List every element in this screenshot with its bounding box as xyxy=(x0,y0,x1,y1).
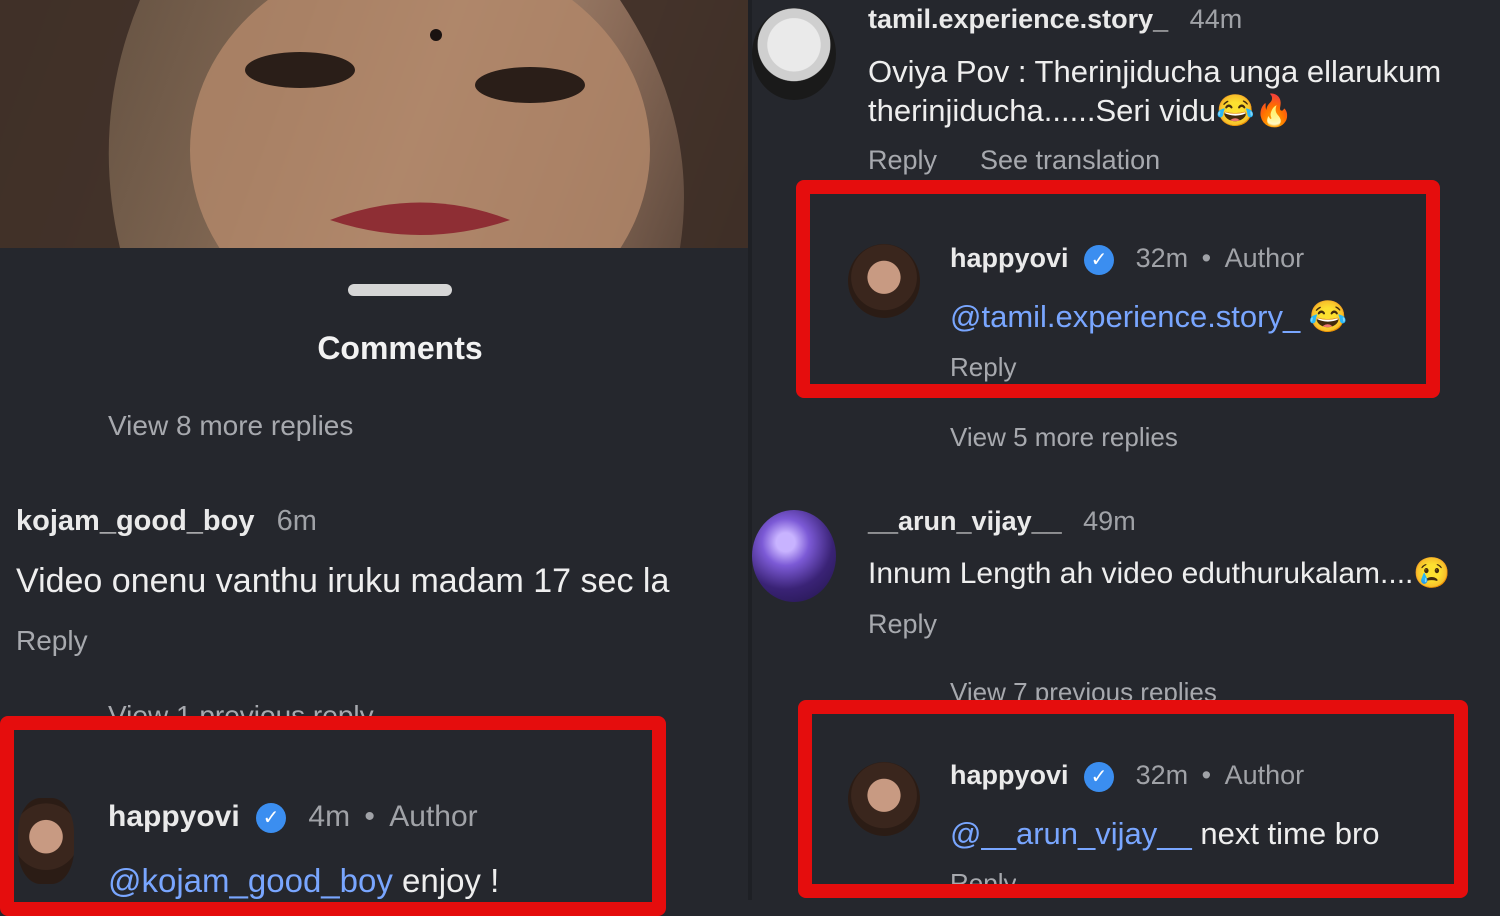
avatar[interactable] xyxy=(752,8,836,100)
comment-header: __arun_vijay__ 49m xyxy=(868,506,1136,537)
face-image xyxy=(0,0,750,248)
highlight-box xyxy=(0,716,666,916)
view-more-replies-link[interactable]: View 5 more replies xyxy=(950,422,1178,453)
comment-time: 49m xyxy=(1083,506,1136,536)
comment-text: Innum Length ah video eduthurukalam....😢 xyxy=(868,557,1451,590)
comment-time: 6m xyxy=(276,505,317,537)
comment-text-line2: therinjiducha......Seri vidu😂🔥 xyxy=(868,93,1294,128)
sheet-drag-handle[interactable] xyxy=(348,284,452,296)
see-translation-link[interactable]: See translation xyxy=(980,145,1160,176)
comment-username[interactable]: tamil.experience.story_ xyxy=(868,4,1168,34)
post-photo xyxy=(0,0,750,248)
comment-text-line1: Oviya Pov : Therinjiducha unga ellarukum xyxy=(868,54,1442,89)
reply-button[interactable]: Reply xyxy=(16,625,88,657)
highlight-box xyxy=(798,700,1468,898)
reply-button[interactable]: Reply xyxy=(868,609,937,640)
comment-username[interactable]: kojam_good_boy xyxy=(16,505,255,537)
comments-title: Comments xyxy=(317,330,483,366)
avatar[interactable] xyxy=(752,510,836,602)
comment-time: 44m xyxy=(1189,4,1243,34)
image-divider xyxy=(748,0,752,900)
highlight-box xyxy=(796,180,1440,398)
comment-header: tamil.experience.story_ 44m xyxy=(868,4,1242,35)
comment-header: kojam_good_boy 6m xyxy=(16,505,317,538)
comment-text: Video onenu vanthu iruku madam 17 sec la xyxy=(16,562,670,600)
reply-button[interactable]: Reply xyxy=(868,145,937,176)
view-more-replies-link[interactable]: View 8 more replies xyxy=(108,410,353,442)
comment-username[interactable]: __arun_vijay__ xyxy=(868,506,1062,536)
